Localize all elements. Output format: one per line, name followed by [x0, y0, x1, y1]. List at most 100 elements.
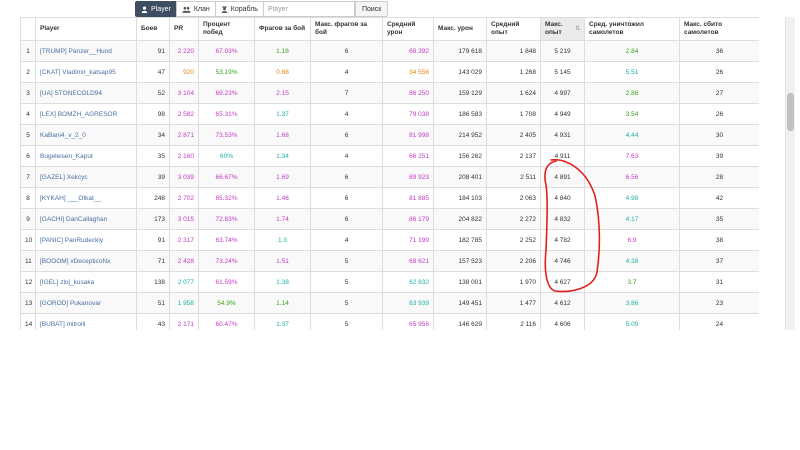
- row-winrate-cell: 63.74%: [198, 229, 255, 251]
- row-avg-damage-cell: 62 832: [382, 271, 434, 293]
- row-max-damage-cell: 138 001: [433, 271, 487, 293]
- table-row: 11 [BOOOM] xDecepticoNx 71 2 428 73.24% 1.51 5…: [20, 250, 759, 272]
- column-header-player[interactable]: Player: [35, 17, 137, 41]
- row-max-frags-cell: 6: [310, 187, 383, 209]
- column-header-rank[interactable]: [20, 17, 36, 41]
- table-row: 5 KaBani4_v_2_0 34 2 871 73.53% 1.68 6 81 998 21…: [20, 124, 759, 146]
- row-avg-damage-cell: 86 250: [382, 82, 434, 104]
- column-header-frags-per-battle[interactable]: Фрагов за бой: [254, 17, 311, 41]
- clan-search-mode-button[interactable]: Клан: [175, 1, 215, 17]
- row-battles-cell: 98: [136, 103, 170, 125]
- row-max-xp-cell: 4 931: [540, 124, 585, 146]
- row-max-planes-cell: 36: [679, 40, 759, 62]
- row-max-planes-cell: 26: [679, 103, 759, 125]
- row-player-name[interactable]: [KYKAH] ___Otkat__: [35, 187, 137, 209]
- row-max-frags-cell: 5: [310, 271, 383, 293]
- row-pr-cell: 3 104: [169, 82, 199, 104]
- row-pr-cell: 2 160: [169, 145, 199, 167]
- row-pr-cell: 2 077: [169, 271, 199, 293]
- row-avg-planes-cell: 5.09: [584, 313, 680, 330]
- player-stats-table: Player Боев PR Процент побед Фрагов за б…: [20, 17, 759, 330]
- table-body: 1 [TRUMP] Panzer__Hund 91 2 220 67.03% 1.18 6 6…: [20, 40, 759, 330]
- player-search-mode-button[interactable]: Player: [135, 1, 176, 17]
- row-player-name[interactable]: [BUBAT] mitrolli: [35, 313, 137, 330]
- row-player-name[interactable]: [GOROD] Pukanovar: [35, 292, 137, 314]
- column-header-pr[interactable]: PR: [169, 17, 199, 41]
- row-rank-cell: 12: [20, 271, 36, 293]
- table-header-row: Player Боев PR Процент побед Фрагов за б…: [20, 17, 759, 41]
- row-pr-cell: 2 220: [169, 40, 199, 62]
- vertical-scrollbar[interactable]: [785, 17, 795, 330]
- search-button[interactable]: Поиск: [354, 1, 389, 17]
- row-winrate-cell: 65.32%: [198, 187, 255, 209]
- row-frags-cell: 1.18: [254, 40, 311, 62]
- row-avg-damage-cell: 63 939: [382, 292, 434, 314]
- row-avg-damage-cell: 68 621: [382, 250, 434, 272]
- row-max-frags-cell: 5: [310, 250, 383, 272]
- row-player-name[interactable]: [GACHI] DanCallaghan: [35, 208, 137, 230]
- table-row: 2 [CKAT] Vladimir_katsap95 47 920 53.19% 0.68…: [20, 61, 759, 83]
- search-input[interactable]: [262, 1, 355, 17]
- row-max-frags-cell: 6: [310, 40, 383, 62]
- row-max-frags-cell: 6: [310, 124, 383, 146]
- row-max-damage-cell: 214 952: [433, 124, 487, 146]
- row-player-name[interactable]: [UA] STONECOLD94: [35, 82, 137, 104]
- row-avg-xp-cell: 2 137: [486, 145, 541, 167]
- column-header-max-damage[interactable]: Макс. урон: [433, 17, 487, 41]
- row-player-name[interactable]: [CKAT] Vladimir_katsap95: [35, 61, 137, 83]
- row-player-name[interactable]: Bugeleisen_Kaput: [35, 145, 137, 167]
- column-header-avg-damage[interactable]: Средний урон: [382, 17, 434, 41]
- row-winrate-cell: 73.53%: [198, 124, 255, 146]
- scrollbar-thumb[interactable]: [787, 93, 794, 131]
- row-player-name[interactable]: [BOOOM] xDecepticoNx: [35, 250, 137, 272]
- row-player-name[interactable]: KaBani4_v_2_0: [35, 124, 137, 146]
- row-avg-damage-cell: 81 885: [382, 187, 434, 209]
- row-winrate-cell: 54.9%: [198, 292, 255, 314]
- row-frags-cell: 1.37: [254, 313, 311, 330]
- column-header-winrate[interactable]: Процент побед: [198, 17, 255, 41]
- column-header-max-xp[interactable]: Макс. опыт ⇅: [540, 17, 585, 41]
- row-avg-xp-cell: 1 624: [486, 82, 541, 104]
- row-pr-cell: 2 171: [169, 313, 199, 330]
- row-player-name[interactable]: [TRUMP] Panzer__Hund: [35, 40, 137, 62]
- row-pr-cell: 2 871: [169, 124, 199, 146]
- row-max-xp-cell: 5 145: [540, 61, 585, 83]
- row-player-name[interactable]: [LEX] BOMZH_AGRESOR: [35, 103, 137, 125]
- column-header-battles[interactable]: Боев: [136, 17, 170, 41]
- row-winrate-cell: 60.47%: [198, 313, 255, 330]
- column-header-max-frags[interactable]: Макс. фрагов за бой: [310, 17, 383, 41]
- stats-table-wrapper: Player Боев PR Процент побед Фрагов за б…: [20, 17, 759, 330]
- row-player-name[interactable]: [IGEL] zloj_kusaka: [35, 271, 137, 293]
- row-battles-cell: 71: [136, 250, 170, 272]
- row-player-name[interactable]: [GAZEL] Xekcyc: [35, 166, 137, 188]
- row-avg-damage-cell: 79 038: [382, 103, 434, 125]
- row-avg-damage-cell: 81 998: [382, 124, 434, 146]
- row-max-damage-cell: 157 523: [433, 250, 487, 272]
- row-avg-planes-cell: 6.56: [584, 166, 680, 188]
- row-avg-planes-cell: 4.17: [584, 208, 680, 230]
- row-max-planes-cell: 30: [679, 124, 759, 146]
- row-player-name[interactable]: [PANIC] PanRudeckiy: [35, 229, 137, 251]
- ship-search-mode-button[interactable]: Корабль: [214, 1, 263, 17]
- row-frags-cell: 0.68: [254, 61, 311, 83]
- row-winrate-cell: 67.03%: [198, 40, 255, 62]
- row-max-planes-cell: 35: [679, 208, 759, 230]
- row-winrate-cell: 72.83%: [198, 208, 255, 230]
- row-avg-planes-cell: 6.9: [584, 229, 680, 251]
- row-avg-damage-cell: 89 923: [382, 166, 434, 188]
- column-header-avg-planes[interactable]: Сред. уничтожил самолетов: [584, 17, 680, 41]
- column-header-avg-xp[interactable]: Средний опыт: [486, 17, 541, 41]
- row-rank-cell: 3: [20, 82, 36, 104]
- table-row: 12 [IGEL] zloj_kusaka 138 2 077 61.59% 1.38 5 6…: [20, 271, 759, 293]
- row-max-planes-cell: 23: [679, 292, 759, 314]
- row-frags-cell: 2.15: [254, 82, 311, 104]
- column-header-max-planes[interactable]: Макс. сбито самолетов: [679, 17, 759, 41]
- row-rank-cell: 8: [20, 187, 36, 209]
- row-avg-xp-cell: 1 848: [486, 40, 541, 62]
- row-max-xp-cell: 4 782: [540, 229, 585, 251]
- table-row: 10 [PANIC] PanRudeckiy 91 2 317 63.74% 1.3 4 71…: [20, 229, 759, 251]
- row-max-damage-cell: 184 103: [433, 187, 487, 209]
- row-max-planes-cell: 38: [679, 229, 759, 251]
- row-battles-cell: 173: [136, 208, 170, 230]
- table-row: 3 [UA] STONECOLD94 52 3 104 69.23% 2.15 7 86 25…: [20, 82, 759, 104]
